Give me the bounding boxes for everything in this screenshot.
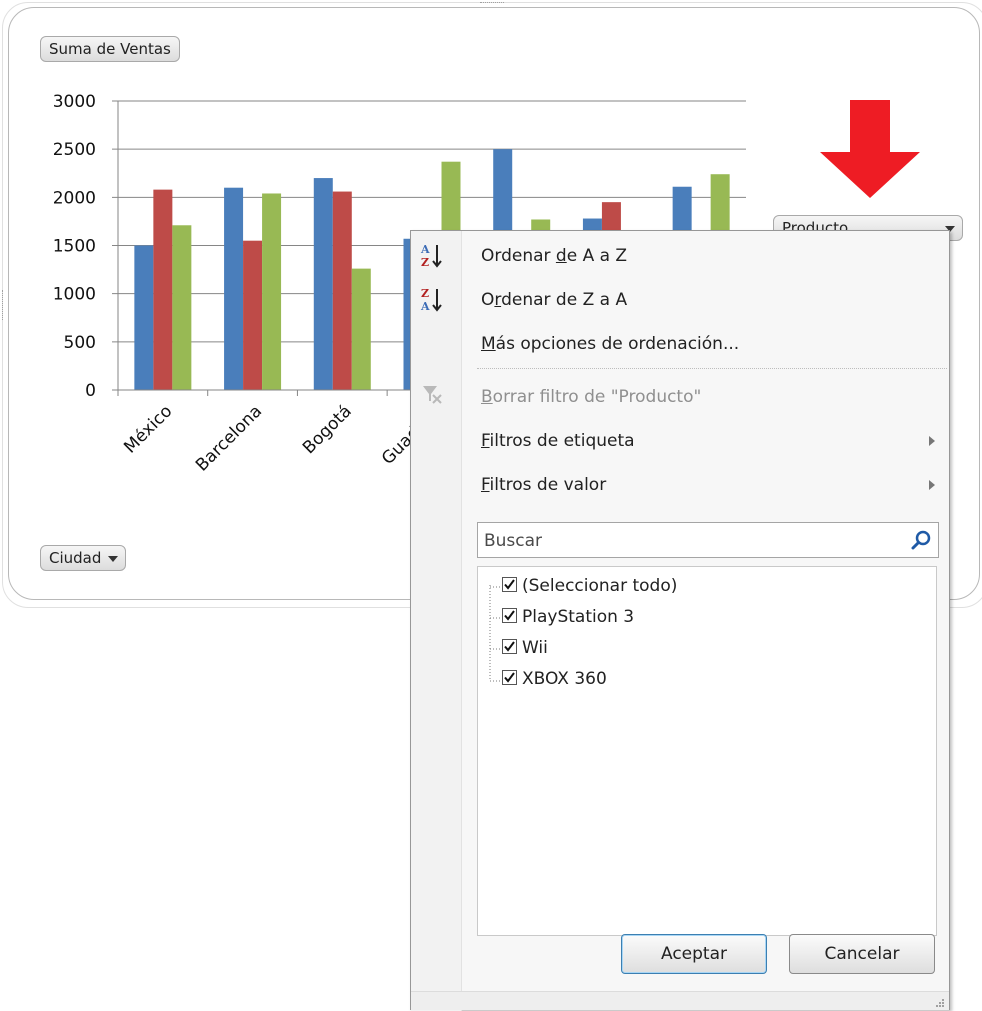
filter-item-select-all[interactable]: (Seleccionar todo) <box>502 573 678 599</box>
filter-item-label: XBOX 360 <box>522 669 607 689</box>
filter-item-label: PlayStation 3 <box>522 607 635 627</box>
checkbox-checked[interactable] <box>502 639 517 654</box>
x-tick-label: Bogotá <box>299 401 356 458</box>
clear-filter-label-post: orrar filtro de "Producto" <box>492 387 702 407</box>
y-tick-label: 500 <box>64 333 96 353</box>
y-tick-label: 1000 <box>53 285 96 305</box>
red-down-arrow-icon <box>820 100 920 198</box>
filter-item-wii[interactable]: Wii <box>502 635 548 661</box>
sort-az-label-post: e A a Z <box>566 246 628 266</box>
svg-text:Z: Z <box>421 256 429 269</box>
resize-grip-icon[interactable] <box>935 998 945 1008</box>
svg-text:A: A <box>420 300 430 313</box>
more-sort-accel: M <box>481 334 496 354</box>
bar <box>172 225 192 390</box>
menu-icon-column <box>411 231 462 1011</box>
axis-field-button[interactable]: Ciudad <box>40 545 127 571</box>
svg-text:A: A <box>420 243 430 256</box>
bar <box>313 178 333 390</box>
submenu-arrow-icon <box>929 436 935 446</box>
menu-item-sort-az[interactable]: Ordenar de A a Z <box>481 241 627 271</box>
bar <box>153 189 173 390</box>
clear-filter-accel: B <box>481 387 493 407</box>
chevron-down-icon <box>108 556 119 562</box>
bar <box>134 245 154 390</box>
sort-za-label-post: denar de Z a A <box>501 290 628 310</box>
label-filters-accel: F <box>481 431 490 451</box>
value-filters-accel: F <box>481 475 490 495</box>
sort-descending-icon: Z A <box>417 285 449 315</box>
y-tick-label: 3000 <box>53 92 96 112</box>
menu-separator <box>477 368 947 369</box>
bar <box>262 193 282 390</box>
sort-az-label-pre: Ordenar <box>481 246 556 266</box>
clear-filter-icon <box>421 383 453 413</box>
menu-item-label-filters[interactable]: Filtros de etiqueta <box>481 426 941 456</box>
filter-item-list[interactable]: (Seleccionar todo) PlayStation 3 Wii XBO… <box>477 566 937 936</box>
menu-status-bar <box>411 991 949 1010</box>
bar <box>332 191 352 390</box>
menu-item-more-sort-options[interactable]: Más opciones de ordenación... <box>481 329 739 359</box>
search-input[interactable] <box>478 523 906 559</box>
value-field-button[interactable]: Suma de Ventas <box>40 36 180 62</box>
search-icon[interactable] <box>910 529 932 551</box>
filter-item-label: Wii <box>522 638 548 658</box>
axis-field-label: Ciudad <box>49 549 102 567</box>
x-tick-label: México <box>120 401 176 457</box>
sort-ascending-icon: A Z <box>417 241 449 271</box>
bar <box>224 187 244 390</box>
checkbox-checked[interactable] <box>502 670 517 685</box>
search-box[interactable] <box>477 522 939 559</box>
submenu-arrow-icon <box>929 480 935 490</box>
filter-item-xbox360[interactable]: XBOX 360 <box>502 666 607 692</box>
filter-dropdown-menu[interactable]: A Z Ordenar de A a Z Z A Ordenar de Z a … <box>410 230 950 1011</box>
menu-item-sort-za[interactable]: Ordenar de Z a A <box>481 285 627 315</box>
bar <box>351 268 371 390</box>
checkbox-checked[interactable] <box>502 608 517 623</box>
menu-item-value-filters[interactable]: Filtros de valor <box>481 470 941 500</box>
filter-item-playstation3[interactable]: PlayStation 3 <box>502 604 635 630</box>
sort-az-accel: d <box>555 246 567 266</box>
y-tick-label: 2500 <box>53 140 96 160</box>
menu-item-clear-filter: Borrar filtro de "Producto" <box>481 382 701 412</box>
more-sort-label-post: ás opciones de ordenación... <box>495 334 740 354</box>
value-filters-label-post: iltros de valor <box>489 475 607 495</box>
y-tick-label: 1500 <box>53 237 96 257</box>
y-tick-label: 0 <box>85 381 96 401</box>
x-tick-label: Barcelona <box>192 401 266 475</box>
y-axis-ticks: 0 500 1000 1500 2000 2500 3000 <box>53 92 96 401</box>
checkbox-checked[interactable] <box>502 577 517 592</box>
bar <box>243 240 263 390</box>
sort-za-label-pre: O <box>481 290 495 310</box>
ok-button[interactable]: Aceptar <box>621 934 767 974</box>
filter-item-label: (Seleccionar todo) <box>522 576 678 596</box>
svg-text:Z: Z <box>421 287 429 300</box>
y-tick-label: 2000 <box>53 188 96 208</box>
label-filters-label-post: iltros de etiqueta <box>489 431 635 451</box>
cancel-button[interactable]: Cancelar <box>789 934 935 974</box>
